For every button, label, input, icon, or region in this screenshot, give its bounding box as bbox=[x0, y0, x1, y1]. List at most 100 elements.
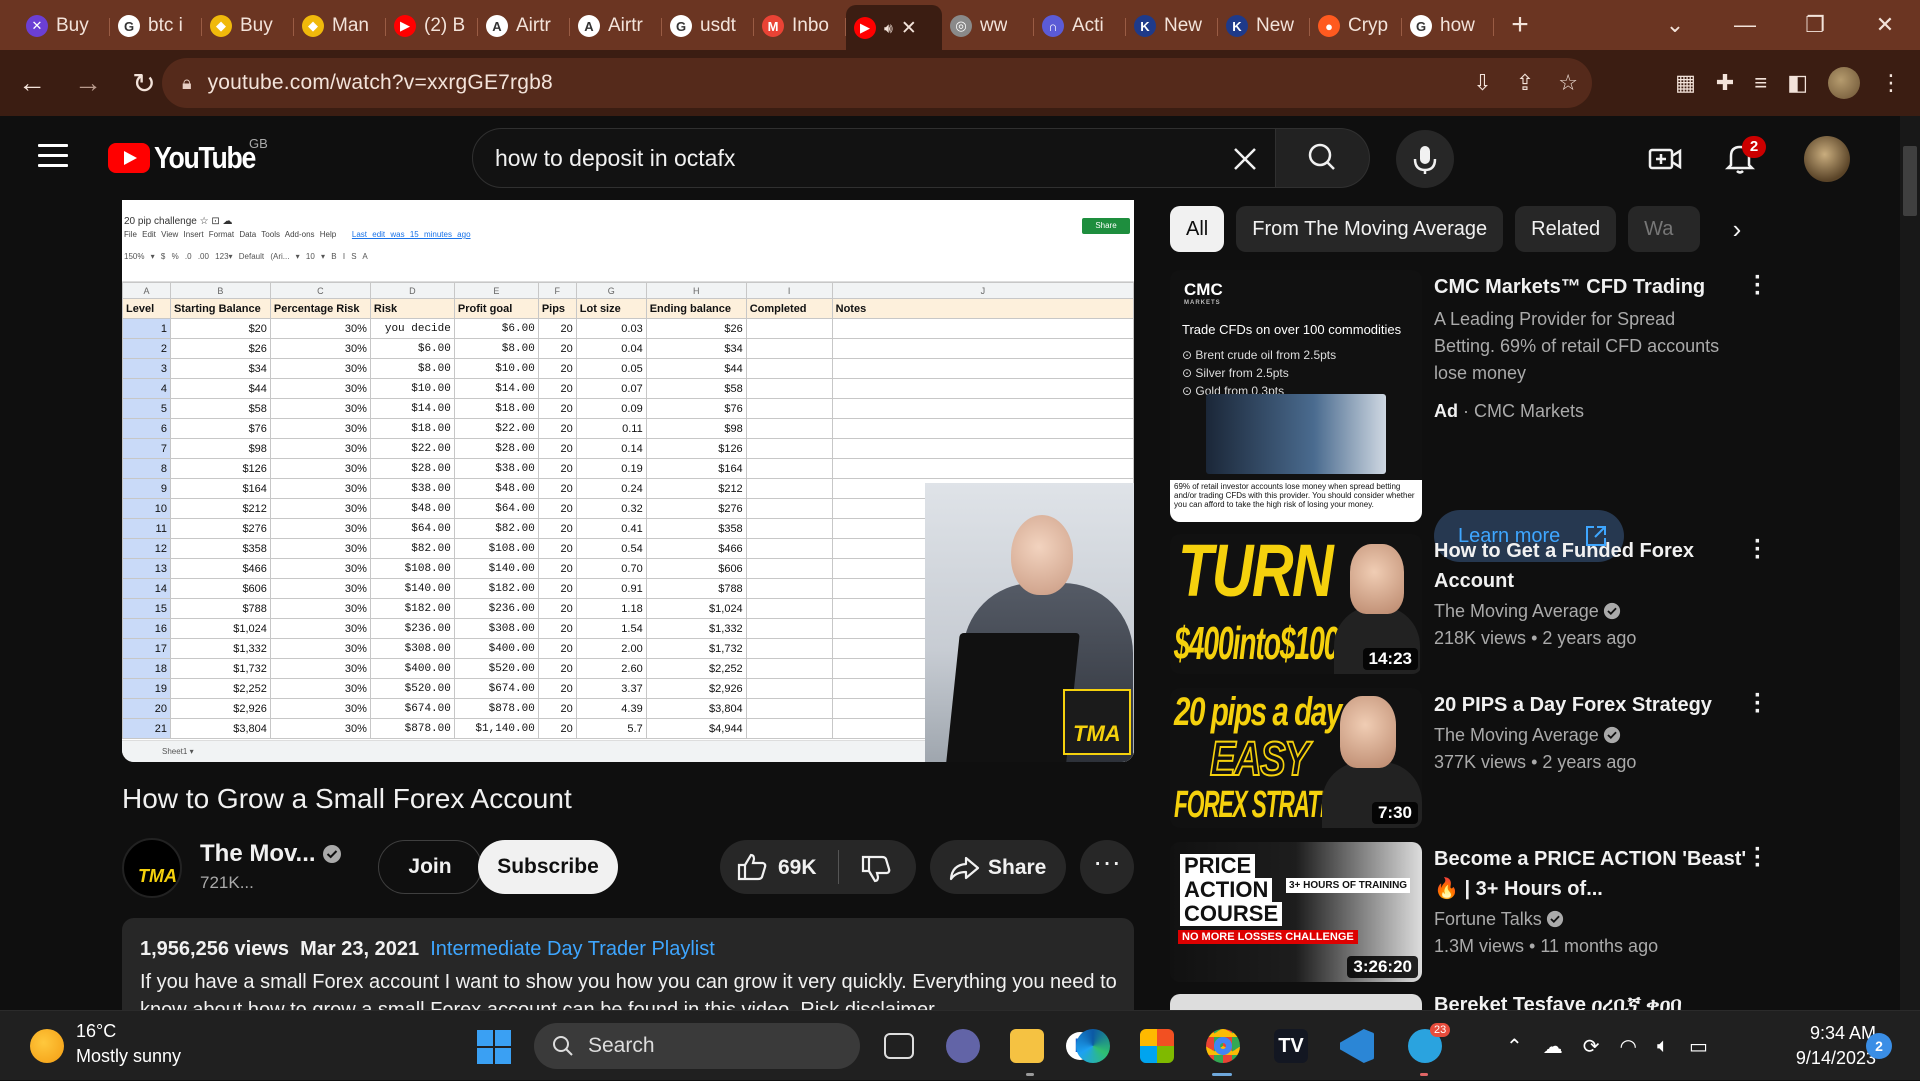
restore-button[interactable]: ❐ bbox=[1780, 12, 1850, 38]
more-actions-button[interactable]: ··· bbox=[1080, 840, 1134, 894]
search-button[interactable] bbox=[1276, 128, 1370, 188]
chip-all[interactable]: All bbox=[1170, 206, 1225, 252]
sponsored-ad[interactable]: CMC MARKETS Trade CFDs on over 100 commod… bbox=[1170, 266, 1870, 562]
related-video[interactable]: PRICE ACTION COURSE NO MORE LOSSES CHALL… bbox=[1170, 838, 1870, 984]
tab-audio-icon[interactable]: 🔊︎ bbox=[884, 20, 893, 37]
bookmark-star-icon[interactable]: ☆ bbox=[1558, 70, 1578, 96]
install-app-icon[interactable]: ⇩ bbox=[1473, 70, 1491, 96]
browser-tab[interactable]: Ghow bbox=[1402, 6, 1494, 46]
weather-sun-icon[interactable] bbox=[30, 1029, 64, 1063]
share-page-icon[interactable]: ⇪ bbox=[1516, 70, 1534, 96]
search-input[interactable]: how to deposit in octafx bbox=[472, 128, 1276, 188]
teams-meet-icon[interactable] bbox=[946, 1029, 980, 1063]
browser-tab[interactable]: K New bbox=[1126, 6, 1218, 46]
video-player[interactable]: 20 pip challenge ☆ ⊡ ☁ File Edit View In… bbox=[122, 200, 1134, 762]
sync-icon[interactable]: ⟳ bbox=[1583, 1034, 1600, 1059]
video-thumbnail[interactable]: 20 pips a day EASY FOREX STRATEGY 7:30 bbox=[1170, 688, 1422, 828]
weather-description[interactable]: Mostly sunny bbox=[76, 1046, 181, 1067]
related-video[interactable]: 20 pips a day EASY FOREX STRATEGY 7:30 2… bbox=[1170, 684, 1870, 830]
dislike-thumb-icon[interactable] bbox=[860, 854, 892, 884]
windows-start-icon[interactable] bbox=[476, 1029, 512, 1065]
subscribe-button[interactable]: Subscribe bbox=[478, 840, 618, 894]
browser-tab[interactable]: A Airtr bbox=[478, 6, 570, 46]
ad-title[interactable]: CMC Markets™ CFD Trading bbox=[1434, 272, 1774, 302]
profile-avatar[interactable] bbox=[1828, 67, 1860, 99]
omnibox[interactable]: 🔒︎ youtube.com/watch?v=xxrgGE7rgb8 ⇩ ⇪ ☆ bbox=[162, 58, 1592, 108]
join-button[interactable]: Join bbox=[378, 840, 482, 894]
url-text[interactable]: youtube.com/watch?v=xxrgGE7rgb8 bbox=[208, 71, 553, 95]
tab-search-chevron-icon[interactable]: ⌄ bbox=[1640, 12, 1710, 38]
related-video[interactable]: TURN $400into$100,000 14:23 How to Get a… bbox=[1170, 530, 1870, 676]
taskbar-search-box[interactable]: Search b bbox=[534, 1023, 1094, 1069]
chrome-menu-icon[interactable]: ⋮ bbox=[1880, 70, 1902, 96]
wifi-icon[interactable]: ◠ bbox=[1620, 1034, 1637, 1059]
volume-icon[interactable]: 🔈︎ bbox=[1657, 1035, 1669, 1058]
video-channel[interactable]: The Moving Average bbox=[1434, 598, 1621, 625]
search-query-text[interactable]: how to deposit in octafx bbox=[495, 145, 735, 172]
chip-watched[interactable]: Wa bbox=[1628, 206, 1701, 252]
file-explorer-icon[interactable] bbox=[1010, 1029, 1044, 1063]
channel-avatar[interactable]: TMA bbox=[122, 838, 182, 898]
close-window-button[interactable]: ✕ bbox=[1850, 12, 1920, 38]
browser-tab[interactable]: ▶ (2) B bbox=[386, 6, 478, 46]
video-title[interactable]: Become a PRICE ACTION 'Beast' 🔥 | 3+ Hou… bbox=[1434, 844, 1774, 904]
like-thumb-icon[interactable] bbox=[736, 852, 768, 882]
related-video-partial[interactable]: Bereket Tesfaye ዐረቢኛ ቀዐበ bbox=[1170, 994, 1870, 1010]
vscode-icon[interactable] bbox=[1340, 1029, 1374, 1063]
weather-temperature[interactable]: 16°C bbox=[76, 1021, 116, 1042]
side-panel-icon[interactable]: ◧ bbox=[1787, 70, 1808, 96]
page-scrollbar[interactable] bbox=[1900, 116, 1920, 1010]
video-channel[interactable]: Fortune Talks bbox=[1434, 906, 1564, 933]
browser-tab[interactable]: A Airtr bbox=[570, 6, 662, 46]
chip-related[interactable]: Related bbox=[1515, 206, 1617, 252]
video-more-options-icon[interactable]: · · · bbox=[1748, 530, 1768, 570]
back-button[interactable]: ← bbox=[8, 67, 56, 99]
video-more-options-icon[interactable]: · · · bbox=[1748, 684, 1768, 724]
video-thumbnail[interactable]: TURN $400into$100,000 14:23 bbox=[1170, 534, 1422, 674]
create-video-icon[interactable] bbox=[1648, 144, 1682, 174]
browser-tab[interactable]: K New bbox=[1218, 6, 1310, 46]
clock-time[interactable]: 9:34 AM bbox=[1780, 1023, 1876, 1044]
chip-from-channel[interactable]: From The Moving Average bbox=[1236, 206, 1504, 252]
like-count[interactable]: 69K bbox=[778, 856, 817, 880]
chips-next-chevron-icon[interactable]: › bbox=[1706, 206, 1768, 252]
video-title[interactable]: Bereket Tesfaye ዐረቢኛ ቀዐበ bbox=[1434, 994, 1682, 1010]
voice-search-button[interactable] bbox=[1396, 130, 1454, 188]
extensions-puzzle-icon[interactable]: ✚ bbox=[1716, 70, 1734, 96]
account-avatar[interactable] bbox=[1804, 136, 1850, 182]
microsoft-store-icon[interactable] bbox=[1140, 1029, 1174, 1063]
channel-name[interactable]: The Mov... bbox=[200, 840, 316, 868]
video-title[interactable]: 20 PIPS a Day Forex Strategy bbox=[1434, 690, 1774, 720]
video-thumbnail[interactable] bbox=[1170, 994, 1422, 1010]
forward-button[interactable]: → bbox=[64, 67, 112, 99]
tradingview-icon[interactable]: TV bbox=[1274, 1029, 1308, 1063]
video-thumbnail[interactable]: PRICE ACTION COURSE NO MORE LOSSES CHALL… bbox=[1170, 842, 1422, 982]
tab-close-icon[interactable]: ✕ bbox=[901, 17, 917, 40]
browser-tab[interactable]: ◆ Buy bbox=[202, 6, 294, 46]
edge-icon[interactable] bbox=[1076, 1029, 1110, 1063]
video-channel[interactable]: The Moving Average bbox=[1434, 722, 1621, 749]
reload-button[interactable]: ↻ bbox=[120, 67, 168, 100]
browser-tab-active[interactable]: ▶ 🔊︎ ✕ bbox=[846, 5, 942, 51]
chrome-icon[interactable] bbox=[1206, 1029, 1240, 1063]
description-box[interactable]: 1,956,256 views Mar 23, 2021 Intermediat… bbox=[122, 918, 1134, 1010]
task-view-icon[interactable] bbox=[884, 1033, 914, 1059]
hamburger-menu-icon[interactable] bbox=[38, 144, 68, 168]
ad-more-options-icon[interactable]: · · · bbox=[1748, 266, 1768, 306]
browser-tab[interactable]: ◎ ww bbox=[942, 6, 1034, 46]
media-queue-icon[interactable]: ≡ bbox=[1754, 70, 1767, 96]
browser-tab[interactable]: ● Cryp bbox=[1310, 6, 1402, 46]
youtube-logo[interactable]: YouTube bbox=[108, 140, 272, 176]
browser-tab[interactable]: ✕ Buy bbox=[18, 6, 110, 46]
new-tab-button[interactable]: + bbox=[1500, 8, 1540, 42]
clock-date[interactable]: 9/14/2023 bbox=[1770, 1048, 1876, 1069]
browser-tab[interactable]: ∩ Acti bbox=[1034, 6, 1126, 46]
notification-center-badge[interactable]: 2 bbox=[1866, 1033, 1892, 1059]
minimize-button[interactable]: — bbox=[1710, 12, 1780, 38]
browser-tab[interactable]: ◆ Man bbox=[294, 6, 386, 46]
share-label[interactable]: Share bbox=[988, 856, 1046, 880]
browser-tab[interactable]: Gusdt bbox=[662, 6, 754, 46]
ad-thumbnail[interactable]: CMC MARKETS Trade CFDs on over 100 commod… bbox=[1170, 270, 1422, 522]
onedrive-cloud-icon[interactable]: ☁ bbox=[1543, 1034, 1563, 1059]
apps-grid-icon[interactable]: ▦ bbox=[1675, 70, 1696, 96]
